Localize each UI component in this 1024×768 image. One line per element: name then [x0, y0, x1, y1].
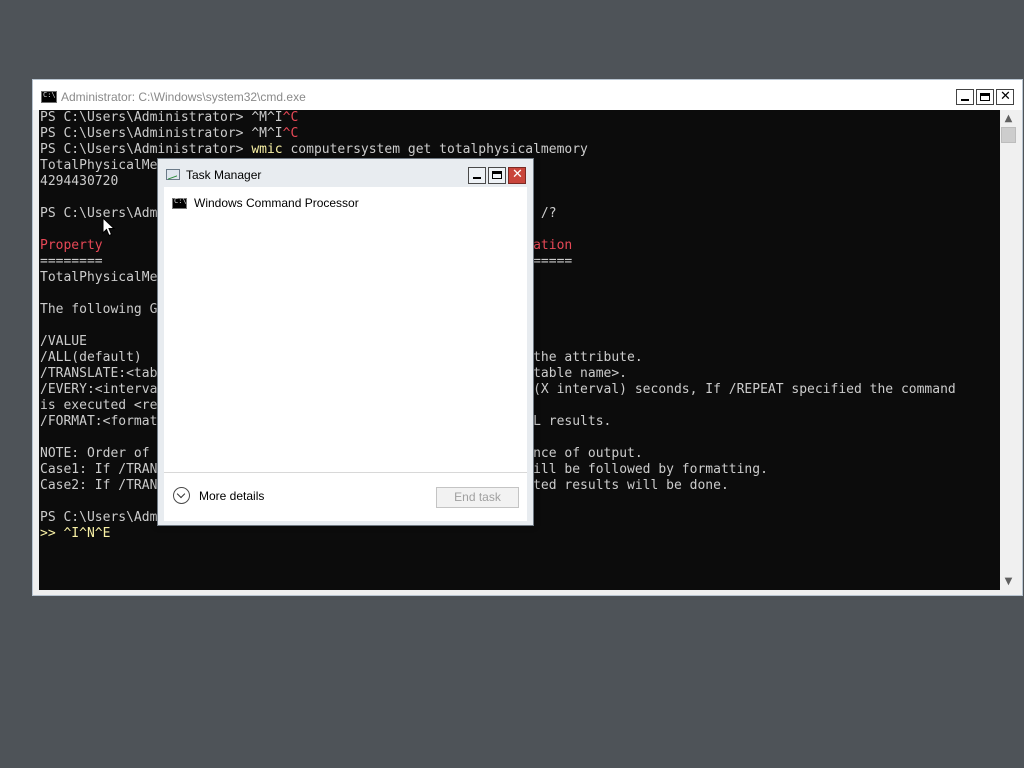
task-manager-titlebar[interactable]: Task Manager ✕ [158, 159, 533, 187]
task-manager-body: Windows Command Processor More details E… [164, 187, 527, 521]
console-line: PS C:\Users\Administrator> ^M^I^C [40, 110, 298, 126]
console-text: computersystem get totalphysicalmemory [282, 142, 588, 157]
task-manager-window: Task Manager ✕ Windows Command Processor… [157, 158, 534, 526]
console-line: PS C:\Users\Administrator> wmic computer… [40, 142, 588, 158]
task-manager-close-button[interactable]: ✕ [508, 167, 526, 184]
chevron-down-icon [173, 487, 190, 504]
end-task-button[interactable]: End task [436, 487, 519, 508]
console-text: TotalPhysicalMe [40, 158, 158, 173]
console-app-icon [172, 197, 187, 209]
minimize-button[interactable] [956, 89, 974, 105]
task-manager-maximize-button[interactable] [488, 167, 506, 184]
console-text: r the attribute. [517, 350, 643, 365]
cmd-titlebar[interactable]: Administrator: C:\Windows\system32\cmd.e… [33, 80, 1022, 110]
close-icon: ✕ [512, 167, 523, 182]
scroll-down-arrow-icon[interactable]: ▼ [1000, 573, 1017, 590]
console-text: 4294430720 [40, 174, 119, 189]
console-text: PS C:\Users\Adm [40, 206, 158, 221]
maximize-icon [980, 93, 990, 101]
console-text: >> ^I^N^E [40, 526, 111, 541]
scroll-thumb[interactable] [1001, 127, 1016, 143]
console-text: /EVERY:<interva [40, 382, 158, 397]
console-line: is executed <re [40, 398, 157, 414]
process-name: Windows Command Processor [194, 196, 359, 210]
console-line: /VALUE [40, 334, 87, 350]
console-text: Case2: If /TRAN [40, 478, 158, 493]
minimize-icon [961, 99, 969, 101]
console-text: NOTE: Order of [40, 446, 150, 461]
console-line: TotalPhysicalMe [40, 158, 157, 174]
console-line: PS C:\Users\Administrator> ^M^I^C [40, 126, 298, 142]
console-line: >> ^I^N^E [40, 526, 110, 542]
console-text: is executed <re [40, 398, 158, 413]
cmd-window-title: Administrator: C:\Windows\system32\cmd.e… [61, 90, 306, 104]
console-line: PS C:\Users\Adm [40, 510, 157, 526]
console-text: PS C:\Users\Administrator> [40, 142, 252, 157]
close-icon: ✕ [1000, 89, 1011, 104]
console-text: Property [40, 238, 103, 253]
vertical-scrollbar[interactable]: ▲ ▼ [1000, 110, 1017, 590]
console-text: wmic [251, 142, 283, 157]
maximize-icon [492, 171, 502, 179]
console-text: ======== [40, 254, 103, 269]
task-manager-footer: More details End task [164, 472, 527, 521]
scroll-up-arrow-icon[interactable]: ▲ [1000, 110, 1017, 127]
console-text: /VALUE [40, 334, 87, 349]
task-manager-icon [166, 169, 180, 180]
console-text: /TRANSLATE:<tab [40, 366, 158, 381]
console-line: The following G [40, 302, 157, 318]
task-manager-title: Task Manager [186, 168, 262, 182]
more-details-label: More details [199, 489, 265, 503]
console-text: ry (X interval) seconds, If /REPEAT spec… [509, 382, 956, 397]
console-app-icon [41, 91, 57, 103]
console-text: TotalPhysicalMe [40, 270, 158, 285]
console-text: ^C [282, 110, 299, 125]
more-details-toggle[interactable]: More details [173, 487, 293, 507]
console-text: Case1: If /TRAN [40, 462, 158, 477]
console-text: /ALL(default) [40, 350, 142, 365]
console-text: PS C:\Users\Administrator> ^M^I [40, 126, 283, 141]
maximize-button[interactable] [976, 89, 994, 105]
console-text: ^C [282, 126, 299, 141]
console-text: /FORMAT:<format [40, 414, 158, 429]
console-text: PS C:\Users\Adm [40, 510, 158, 525]
task-manager-minimize-button[interactable] [468, 167, 486, 184]
minimize-icon [473, 177, 481, 179]
mouse-pointer-icon [102, 217, 116, 237]
console-text: PS C:\Users\Administrator> ^M^I [40, 110, 283, 125]
process-row[interactable]: Windows Command Processor [172, 195, 512, 213]
console-text: The following G [40, 302, 158, 317]
console-line: 4294430720 [40, 174, 118, 190]
close-button[interactable]: ✕ [996, 89, 1014, 105]
